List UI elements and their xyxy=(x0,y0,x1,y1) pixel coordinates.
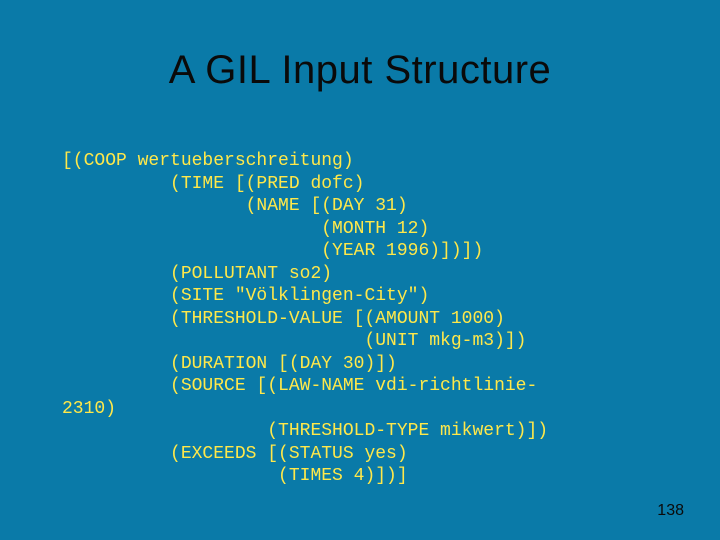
code-line: (YEAR 1996)])]) xyxy=(62,241,483,261)
code-line: (SITE "Völklingen-City") xyxy=(62,286,429,306)
code-line: [(COOP wertueberschreitung) xyxy=(62,151,354,171)
code-line: (EXCEEDS [(STATUS yes) xyxy=(62,444,408,464)
code-line: (DURATION [(DAY 30)]) xyxy=(62,354,397,374)
code-line: (THRESHOLD-TYPE mikwert)]) xyxy=(62,421,548,441)
code-line: 2310) xyxy=(62,399,116,419)
slide-title: A GIL Input Structure xyxy=(0,48,720,93)
page-number: 138 xyxy=(657,502,684,520)
code-block: [(COOP wertueberschreitung) (TIME [(PRED… xyxy=(62,150,680,488)
code-line: (TIMES 4)])] xyxy=(62,466,408,486)
code-line: (POLLUTANT so2) xyxy=(62,264,332,284)
code-line: (THRESHOLD-VALUE [(AMOUNT 1000) xyxy=(62,309,505,329)
code-line: (TIME [(PRED dofc) xyxy=(62,174,364,194)
slide: A GIL Input Structure [(COOP wertuebersc… xyxy=(0,0,720,540)
code-line: (SOURCE [(LAW-NAME vdi-richtlinie- xyxy=(62,376,537,396)
code-line: (NAME [(DAY 31) xyxy=(62,196,408,216)
code-line: (UNIT mkg-m3)]) xyxy=(62,331,526,351)
code-line: (MONTH 12) xyxy=(62,219,429,239)
